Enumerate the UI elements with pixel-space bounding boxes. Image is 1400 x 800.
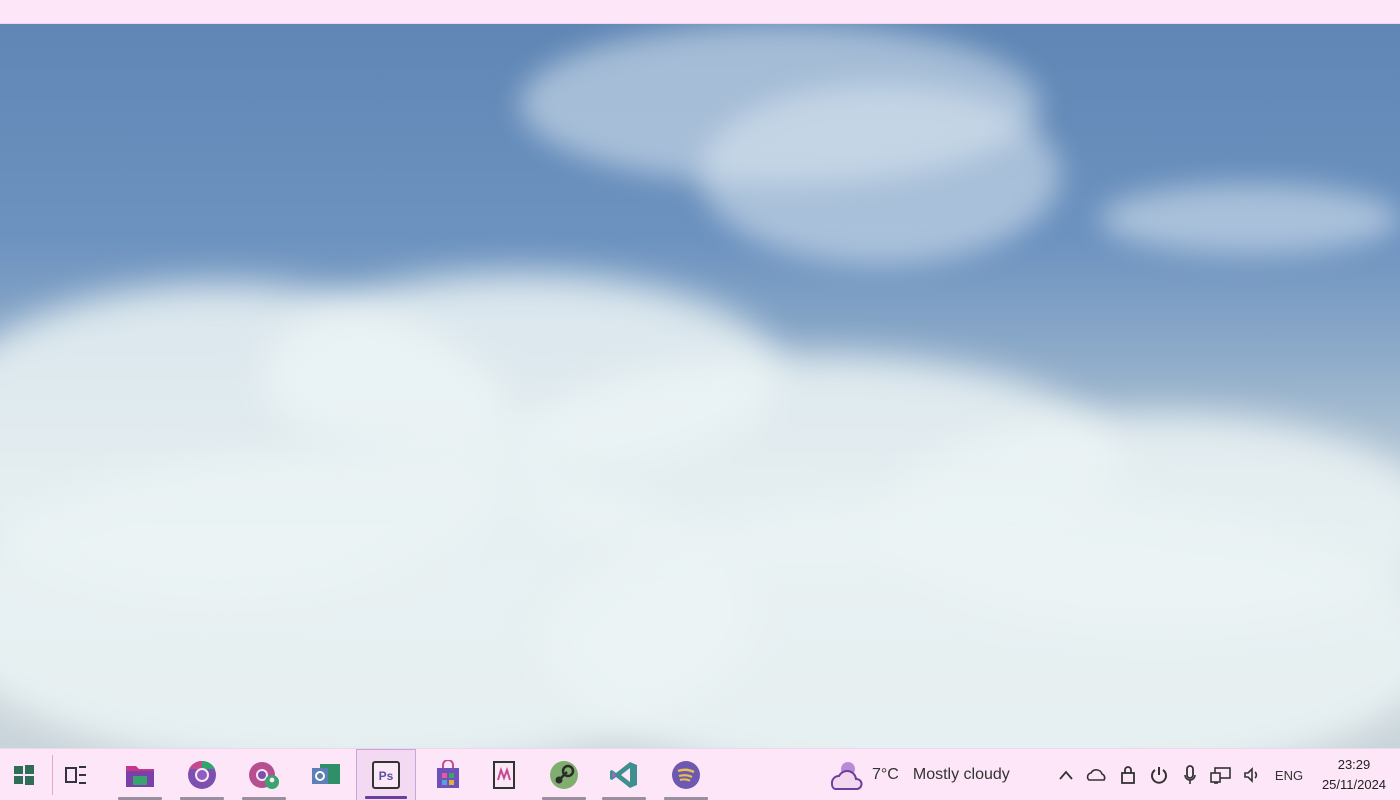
cloudy-weather-icon (830, 762, 863, 790)
taskbar-app-notes[interactable] (474, 749, 534, 800)
tray-power[interactable] (1143, 749, 1174, 800)
tray-volume[interactable] (1236, 749, 1267, 800)
outlook-icon (312, 764, 340, 784)
visual-studio-icon (610, 762, 637, 788)
clock[interactable]: 23:29 25/11/2024 (1310, 755, 1398, 795)
taskbar-app-steam[interactable] (534, 749, 594, 800)
svg-text:Ps: Ps (379, 769, 394, 783)
input-language[interactable]: ENG (1267, 768, 1311, 783)
taskbar-app-spotify[interactable] (656, 749, 716, 800)
chevron-up-icon (1058, 770, 1073, 780)
app-active-indicator (365, 796, 407, 799)
desktop-wallpaper (0, 24, 1400, 748)
taskbar-app-photoshop[interactable]: Ps (356, 749, 416, 800)
weather-temperature: 7°C (872, 766, 899, 783)
onedrive-icon (1086, 769, 1105, 781)
photoshop-icon: Ps (372, 761, 400, 789)
tray-overflow-button[interactable] (1050, 749, 1081, 800)
tray-security[interactable] (1112, 749, 1143, 800)
notes-icon (493, 761, 515, 789)
clock-time: 23:29 (1337, 757, 1371, 772)
spotify-icon (672, 761, 700, 789)
network-icon (1209, 767, 1231, 784)
taskbar-app-outlook[interactable] (296, 749, 356, 800)
taskbar-app-file-explorer[interactable] (110, 749, 170, 800)
clock-date: 25/11/2024 (1321, 777, 1387, 792)
taskbar-app-chrome[interactable] (172, 749, 232, 800)
weather-description: Mostly cloudy (912, 766, 1010, 783)
taskbar-app-visual-studio[interactable] (594, 749, 654, 800)
top-strip (0, 0, 1400, 24)
microphone-icon (1183, 765, 1196, 784)
task-view-button[interactable] (56, 749, 96, 800)
volume-icon (1243, 767, 1257, 783)
chrome-icon (188, 760, 216, 789)
task-view-icon (65, 766, 86, 784)
tray-onedrive[interactable] (1081, 749, 1112, 800)
taskbar-divider (52, 755, 53, 795)
tray-microphone[interactable] (1174, 749, 1205, 800)
lock-icon (1120, 766, 1135, 784)
weather-widget[interactable]: 7°C Mostly cloudy (826, 749, 1010, 800)
tray-network[interactable] (1205, 749, 1236, 800)
power-icon (1150, 767, 1167, 784)
windows-logo-icon (14, 765, 34, 785)
taskbar: Ps 7°C Mostly cloudy ENG 23:29 25/11/202… (0, 748, 1400, 800)
system-tray: ENG (1050, 749, 1311, 800)
chrome-profile-icon (249, 762, 279, 789)
taskbar-app-store[interactable] (418, 749, 478, 800)
steam-icon (550, 761, 578, 789)
start-button[interactable] (0, 749, 48, 800)
folder-icon (126, 766, 154, 787)
store-icon (437, 760, 459, 788)
taskbar-app-chrome-profile[interactable] (234, 749, 294, 800)
